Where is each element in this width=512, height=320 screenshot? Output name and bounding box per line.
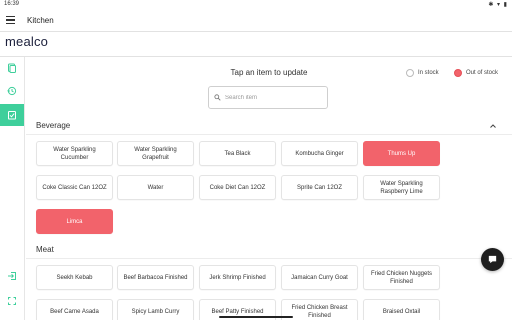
- item-beef-carne-asada[interactable]: Beef Carne Asada: [36, 299, 113, 320]
- item-water[interactable]: Water: [117, 175, 194, 200]
- instruction-text: Tap an item to update: [230, 68, 308, 77]
- search-box[interactable]: [208, 86, 328, 109]
- item-jamaican-curry-goat[interactable]: Jamaican Curry Goat: [281, 265, 358, 290]
- main-content: Tap an item to update In stock Out of st…: [26, 57, 512, 320]
- status-bar: 16:39 ✱ ▾ ▮: [0, 0, 512, 10]
- chat-icon: [488, 255, 497, 264]
- item-spicy-lamb-curry[interactable]: Spicy Lamb Curry: [117, 299, 194, 320]
- stock-check-icon: [8, 111, 16, 120]
- sidebar-item-history[interactable]: [0, 80, 24, 102]
- item-jerk-shrimp-finished[interactable]: Jerk Shrimp Finished: [199, 265, 276, 290]
- item-tea-black[interactable]: Tea Black: [199, 141, 276, 166]
- item-coke-classic-can[interactable]: Coke Classic Can 12OZ: [36, 175, 113, 200]
- item-water-sparkling-grapefruit[interactable]: Water Sparkling Grapefruit: [117, 141, 194, 166]
- legend-in-stock-label: In stock: [418, 70, 439, 76]
- sidebar-item-stock-check[interactable]: [0, 104, 24, 126]
- item-fried-chicken-nuggets-finished[interactable]: Fried Chicken Nuggets Finished: [363, 265, 440, 290]
- item-water-sparkling-cucumber[interactable]: Water Sparkling Cucumber: [36, 141, 113, 166]
- legend-out-of-stock: Out of stock: [454, 69, 498, 77]
- section-divider: [26, 134, 512, 135]
- brand-logo: mealco: [5, 34, 49, 49]
- sidebar-item-menu[interactable]: [0, 57, 24, 79]
- item-beef-barbacoa-finished[interactable]: Beef Barbacoa Finished: [117, 265, 194, 290]
- gesture-bar[interactable]: [219, 316, 293, 318]
- fullscreen-icon: [8, 297, 16, 305]
- history-icon: [7, 86, 17, 96]
- legend-out-of-stock-label: Out of stock: [466, 70, 499, 76]
- sidebar-item-logout[interactable]: [0, 265, 24, 287]
- section-divider: [26, 258, 512, 259]
- logout-icon: [8, 272, 16, 280]
- app-bar: Kitchen: [0, 10, 512, 32]
- status-time: 16:39: [4, 1, 20, 7]
- item-water-sparkling-raspberry-lime[interactable]: Water Sparkling Raspberry Lime: [363, 175, 440, 200]
- out-of-stock-swatch: [454, 69, 462, 77]
- chat-button[interactable]: [481, 248, 504, 271]
- item-kombucha-ginger[interactable]: Kombucha Ginger: [281, 141, 358, 166]
- item-braised-oxtail[interactable]: Braised Oxtail: [363, 299, 440, 320]
- search-input[interactable]: [225, 94, 320, 101]
- in-stock-swatch: [406, 69, 414, 77]
- legend-in-stock: In stock: [406, 69, 439, 77]
- page-title: Kitchen: [27, 16, 54, 25]
- section-title-meat: Meat: [36, 245, 54, 254]
- status-icons: ✱ ▾ ▮: [488, 2, 508, 8]
- item-thums-up[interactable]: Thums Up: [363, 141, 440, 166]
- item-coke-diet-can[interactable]: Coke Diet Can 12OZ: [199, 175, 276, 200]
- item-seekh-kebab[interactable]: Seekh Kebab: [36, 265, 113, 290]
- menu-icon: [8, 63, 16, 73]
- item-limca[interactable]: Limca: [36, 209, 113, 234]
- item-sprite-can[interactable]: Sprite Can 12OZ: [281, 175, 358, 200]
- section-title-beverage: Beverage: [36, 121, 71, 130]
- chevron-up-icon[interactable]: [489, 123, 497, 129]
- sidebar: [0, 57, 25, 320]
- hamburger-menu-icon[interactable]: [6, 16, 16, 25]
- search-icon: [214, 94, 221, 101]
- sidebar-item-fullscreen[interactable]: [0, 290, 24, 312]
